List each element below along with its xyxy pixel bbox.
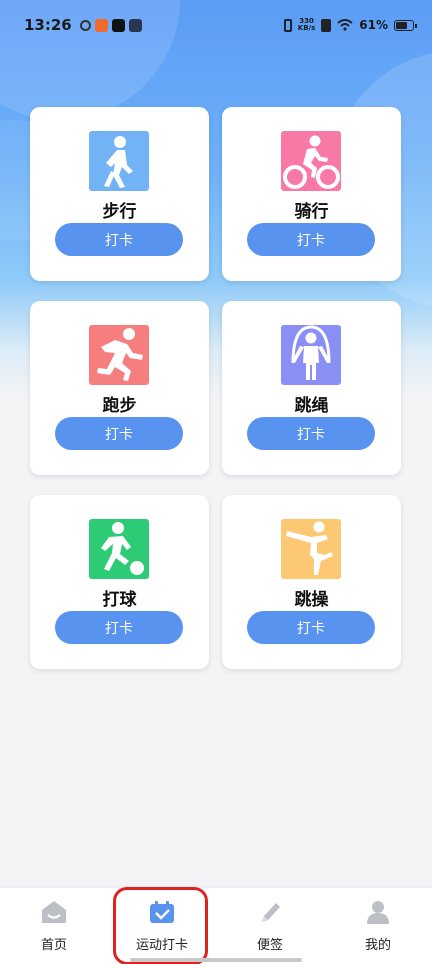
vibrate-icon (283, 18, 292, 32)
home-indicator (130, 958, 302, 962)
battery-icon (394, 19, 417, 31)
jump-rope-icon (281, 325, 341, 385)
aerobics-icon (281, 519, 341, 579)
walking-icon (89, 131, 149, 191)
tab-notes[interactable]: 便签 (216, 888, 324, 964)
battery-percent: 61% (359, 18, 388, 32)
user-icon (367, 901, 389, 924)
card-label: 步行 (102, 202, 137, 222)
tab-home[interactable]: 首页 (0, 888, 108, 964)
pencil-icon (262, 903, 280, 922)
status-time: 13:26 (24, 16, 72, 34)
home-icon (42, 901, 66, 923)
checkin-button[interactable]: 打卡 (247, 223, 375, 256)
bottom-tab-bar: 首页 运动打卡 便签 我的 (0, 888, 432, 964)
card-aerobics: 跳操 打卡 (222, 495, 401, 669)
card-jump-rope: 跳绳 打卡 (222, 301, 401, 475)
card-walking: 步行 打卡 (30, 107, 209, 281)
card-label: 跳绳 (294, 396, 329, 416)
soccer-icon (89, 519, 149, 579)
checkin-button[interactable]: 打卡 (55, 223, 183, 256)
tab-label: 便签 (256, 938, 283, 953)
running-icon (89, 325, 149, 385)
calendar-check-icon (150, 901, 174, 923)
card-label: 骑行 (294, 202, 329, 222)
tiktok-icon (111, 18, 125, 32)
tab-checkin[interactable]: 运动打卡 (108, 888, 216, 964)
checkin-button[interactable]: 打卡 (247, 611, 375, 644)
card-ball: 打球 打卡 (30, 495, 209, 669)
card-label: 打球 (102, 590, 137, 610)
checkin-button[interactable]: 打卡 (55, 611, 183, 644)
status-bar: 13:26 330 KB/s 61% (0, 0, 432, 50)
card-running: 跑步 打卡 (30, 301, 209, 475)
app-notification-icon (94, 18, 108, 32)
tab-label: 首页 (40, 938, 67, 953)
card-label: 跑步 (102, 396, 137, 416)
cycling-icon (281, 131, 341, 191)
tab-label: 我的 (364, 938, 391, 953)
app-notification-icon (79, 19, 91, 31)
wifi-icon (337, 19, 353, 31)
card-cycling: 骑行 打卡 (222, 107, 401, 281)
card-label: 跳操 (294, 590, 329, 610)
app-notification-icon (128, 18, 142, 32)
tab-mine[interactable]: 我的 (324, 888, 432, 964)
network-speed: 330 KB/s (297, 17, 316, 32)
tab-label: 运动打卡 (135, 938, 188, 953)
sim-icon (321, 18, 332, 32)
checkin-button[interactable]: 打卡 (247, 417, 375, 450)
checkin-button[interactable]: 打卡 (55, 417, 183, 450)
